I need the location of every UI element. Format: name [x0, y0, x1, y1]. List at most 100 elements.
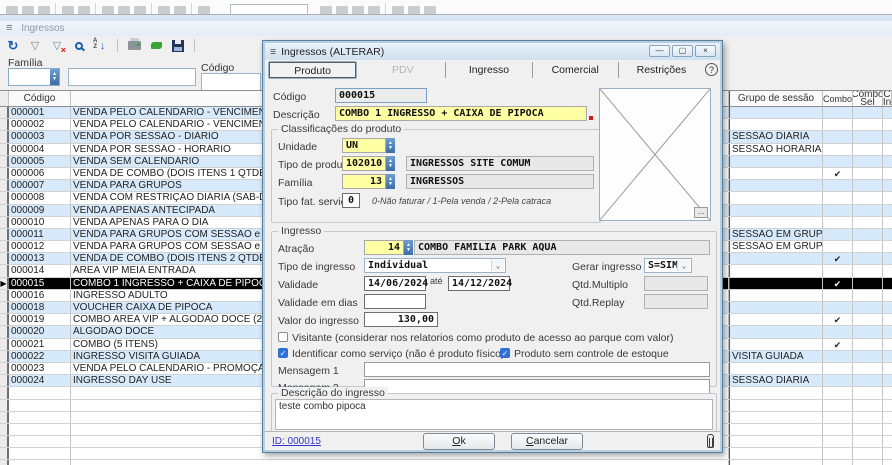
cell-grupo-sessao[interactable]: SESSÃO EM GRUPO: [729, 241, 823, 252]
row-indicator[interactable]: [0, 314, 9, 325]
cell-clipped[interactable]: [883, 217, 892, 228]
cell-clipped[interactable]: [883, 205, 892, 216]
qtd-multiplo-field[interactable]: [644, 276, 708, 291]
cell-combo[interactable]: [823, 229, 853, 240]
cell-combo-sel[interactable]: [853, 253, 883, 264]
cell-grupo-sessao[interactable]: [729, 363, 823, 374]
cell-clipped[interactable]: [883, 241, 892, 252]
validade-de-field[interactable]: 14/06/2024: [364, 276, 426, 291]
cell-combo-sel[interactable]: [853, 400, 883, 411]
cell-combo-sel[interactable]: [853, 180, 883, 191]
cell-combo-sel[interactable]: [853, 412, 883, 423]
cell-grupo-sessao[interactable]: [729, 217, 823, 228]
familia-field[interactable]: 13: [342, 174, 386, 189]
cell-combo-sel[interactable]: [853, 387, 883, 398]
cell-combo[interactable]: [823, 460, 853, 465]
cell-combo[interactable]: [823, 326, 853, 337]
cell-grupo-sessao[interactable]: [729, 424, 823, 435]
cell-clipped[interactable]: [883, 180, 892, 191]
row-indicator[interactable]: [0, 448, 9, 459]
cell-grupo-sessao[interactable]: [729, 253, 823, 264]
cell-combo-sel[interactable]: [853, 192, 883, 203]
chevron-down-icon[interactable]: ⌄: [677, 260, 690, 271]
row-indicator[interactable]: [0, 156, 9, 167]
cell-clipped[interactable]: [883, 412, 892, 423]
cell-combo[interactable]: [823, 156, 853, 167]
cell-combo-sel[interactable]: [853, 278, 883, 289]
cell-grupo-sessao[interactable]: [729, 180, 823, 191]
cell-clipped[interactable]: [883, 363, 892, 374]
row-indicator[interactable]: ▶: [0, 278, 9, 289]
cell-combo[interactable]: [823, 363, 853, 374]
dialog-titlebar[interactable]: ≡ Ingressos (ALTERAR) — ▢ ×: [265, 43, 720, 60]
cell-codigo[interactable]: 000011: [9, 229, 71, 240]
browse-image-button[interactable]: ...: [694, 207, 708, 218]
row-indicator[interactable]: [0, 460, 9, 465]
cell-codigo[interactable]: 000007: [9, 180, 71, 191]
cell-codigo[interactable]: 000012: [9, 241, 71, 252]
tab-comercial[interactable]: Comercial: [533, 62, 619, 78]
cell-combo-sel[interactable]: [853, 205, 883, 216]
servico-checkbox[interactable]: ✓: [278, 348, 288, 358]
mensagem1-field[interactable]: [364, 362, 710, 377]
dialog-menu-icon[interactable]: ≡: [270, 46, 276, 58]
cell-grupo-sessao[interactable]: [729, 387, 823, 398]
cell-clipped[interactable]: [883, 229, 892, 240]
export-icon[interactable]: [148, 38, 164, 54]
minimize-icon[interactable]: —: [649, 45, 670, 57]
cell-grupo-sessao[interactable]: SESSÃO EM GRUPO: [729, 229, 823, 240]
cell-codigo[interactable]: 000019: [9, 314, 71, 325]
search-icon[interactable]: [71, 38, 87, 54]
clear-filter-icon[interactable]: ▽×: [49, 38, 65, 54]
validade-ate-field[interactable]: 14/12/2024: [448, 276, 510, 291]
cell-clipped[interactable]: [883, 144, 892, 155]
cell-combo-sel[interactable]: [853, 424, 883, 435]
cell-combo[interactable]: [823, 400, 853, 411]
cell-combo-sel[interactable]: [853, 326, 883, 337]
cell-grupo-sessao[interactable]: [729, 448, 823, 459]
cell-grupo-sessao[interactable]: SESSÃO DIÁRIA: [729, 131, 823, 142]
cell-codigo[interactable]: 000021: [9, 339, 71, 350]
cell-codigo[interactable]: 000006: [9, 168, 71, 179]
row-indicator[interactable]: [0, 205, 9, 216]
cell-clipped[interactable]: [883, 156, 892, 167]
cell-codigo[interactable]: 000008: [9, 192, 71, 203]
cell-clipped[interactable]: [883, 302, 892, 313]
cell-grupo-sessao[interactable]: [729, 119, 823, 130]
cell-codigo[interactable]: 000016: [9, 290, 71, 301]
filter-icon[interactable]: ▽: [27, 38, 43, 54]
cell-combo[interactable]: ✔: [823, 339, 853, 350]
cell-codigo[interactable]: [9, 400, 71, 411]
row-indicator[interactable]: [0, 107, 9, 118]
id-link[interactable]: ID: 000015: [272, 436, 321, 447]
row-indicator[interactable]: [0, 192, 9, 203]
cell-codigo[interactable]: [9, 412, 71, 423]
cell-combo-sel[interactable]: [853, 363, 883, 374]
cell-grupo-sessao[interactable]: [729, 412, 823, 423]
sort-az-icon[interactable]: AZ ↓: [93, 38, 109, 54]
row-indicator[interactable]: [0, 424, 9, 435]
row-indicator[interactable]: [0, 436, 9, 447]
cell-combo-sel[interactable]: [853, 436, 883, 447]
col-header-codigo[interactable]: Código: [9, 91, 71, 106]
row-indicator[interactable]: [0, 180, 9, 191]
cell-grupo-sessao[interactable]: [729, 156, 823, 167]
row-indicator[interactable]: [0, 363, 9, 374]
cell-clipped[interactable]: [883, 436, 892, 447]
window-menu-icon[interactable]: ≡: [6, 22, 12, 34]
familia-filter-input[interactable]: ▲▼: [8, 68, 60, 86]
codigo-field[interactable]: 000015: [335, 88, 427, 103]
codigo-filter-input[interactable]: [201, 73, 261, 91]
cell-combo-sel[interactable]: [853, 229, 883, 240]
cell-codigo[interactable]: [9, 424, 71, 435]
cell-combo-sel[interactable]: [853, 460, 883, 465]
cell-combo-sel[interactable]: [853, 168, 883, 179]
cell-grupo-sessao[interactable]: [729, 400, 823, 411]
cell-grupo-sessao[interactable]: [729, 302, 823, 313]
gerar-ingresso-dropdown[interactable]: S=SIM⌄: [644, 258, 692, 273]
cell-codigo[interactable]: [9, 436, 71, 447]
cell-combo-sel[interactable]: [853, 314, 883, 325]
cell-combo[interactable]: [823, 265, 853, 276]
atracao-spin-icon[interactable]: ▲▼: [404, 240, 413, 255]
cell-grupo-sessao[interactable]: SESSÃO HORÁRIA: [729, 144, 823, 155]
